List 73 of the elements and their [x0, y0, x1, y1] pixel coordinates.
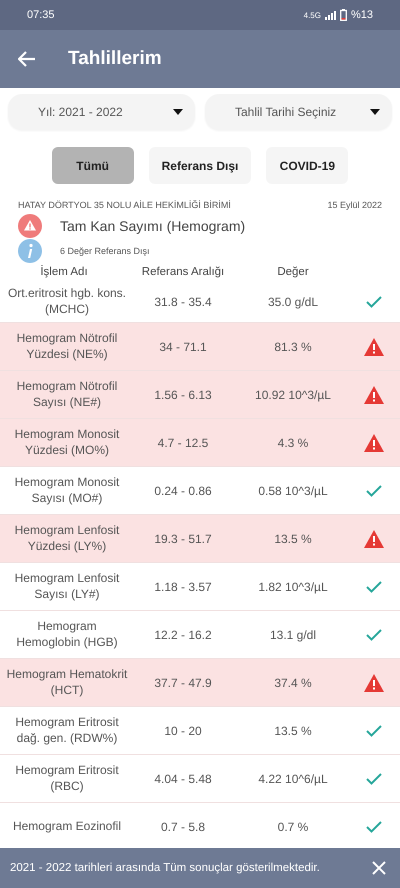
dropdown-field[interactable]: Tahlil Tarihi Seçiniz: [205, 94, 392, 130]
test-label: Hemogram Hemoglobin (HGB): [15, 618, 119, 650]
battery-percent: %13: [350, 9, 373, 21]
check-icon: [366, 296, 382, 308]
result-value: 13.1 g/dl: [268, 628, 318, 642]
reference-range: 0.7 - 5.8: [160, 820, 206, 834]
result-value: 1.82 10^3/µL: [257, 580, 329, 594]
test-label: Hemogram Hematokrit (HCT): [6, 666, 128, 698]
reference-range: 31.8 - 35.4: [153, 294, 213, 308]
reference-range: 12.2 - 16.2: [153, 628, 213, 642]
reference-range: 1.18 - 3.57: [153, 580, 213, 594]
result-value: 37.4 %: [273, 676, 313, 690]
result-value: 4.3 %: [276, 436, 310, 450]
warning-icon: [364, 338, 384, 356]
institution-name: HATAY DÖRTYOL 35 NOLU AİLE HEKİMLİĞİ BİRİMİ: [18, 200, 231, 210]
dropdown-field[interactable]: Yıl: 2021 - 2022: [8, 94, 195, 130]
filter-button[interactable]: Tümü: [52, 147, 134, 184]
result-value: 4.22 10^6/µL: [257, 772, 329, 786]
test-label: Hemogram Monosit Sayısı (MO#): [14, 474, 120, 506]
reference-range: 4.7 - 12.5: [156, 436, 210, 450]
column-header: Referans Aralığı: [140, 266, 226, 278]
result-value: 0.58 10^3/µL: [257, 484, 329, 498]
info-icon: [18, 239, 42, 263]
check-icon: [366, 580, 382, 592]
reference-range: 0.24 - 0.86: [153, 484, 213, 498]
test-label: Hemogram Monosit Yüzdesi (MO%): [14, 426, 120, 458]
result-value: 81.3 %: [273, 340, 313, 354]
filter-button[interactable]: COVID-19: [266, 147, 348, 184]
result-value: 0.7 %: [276, 820, 310, 834]
reference-range: 19.3 - 51.7: [153, 532, 213, 546]
test-label: Hemogram Eritrosit (RBC): [14, 762, 120, 794]
reference-range: 1.56 - 6.13: [153, 388, 213, 402]
check-icon: [366, 628, 382, 640]
dropdown-caret-icon: [173, 109, 183, 115]
battery-icon: [340, 9, 347, 21]
reference-range: 4.04 - 5.48: [153, 772, 213, 786]
network-label: 4.5G: [304, 10, 321, 20]
snackbar-message: 2021 - 2022 tarihleri arasında Tüm sonuçlar gösterilmektedir.: [10, 862, 320, 874]
warning-icon: [18, 214, 42, 238]
warning-icon: [364, 386, 384, 404]
signal-icon: [324, 10, 336, 20]
dropdown-caret-icon: [370, 109, 380, 115]
result-value: 13.5 %: [273, 532, 313, 546]
test-name: Tam Kan Sayımı (Hemogram): [60, 218, 246, 234]
test-label: Hemogram Nötrofil Yüzdesi (NE%): [16, 330, 118, 362]
warning-icon: [364, 530, 384, 548]
test-label: Ort.eritrosit hgb. kons.(MCHC): [6, 286, 128, 318]
check-icon: [366, 772, 382, 784]
reference-range: 34 - 71.1: [158, 340, 208, 354]
report-date: 15 Eylül 2022: [327, 200, 382, 210]
test-label: Hemogram Lenfosit Yüzdesi (LY%): [14, 522, 120, 554]
filter-button[interactable]: Referans Dışı: [148, 147, 252, 184]
result-value: 10.92 10^3/µL: [254, 388, 332, 402]
check-icon: [366, 484, 382, 496]
warning-icon: [364, 674, 384, 692]
status-time: 07:35: [27, 9, 55, 21]
check-icon: [366, 820, 382, 832]
close-icon[interactable]: [372, 861, 386, 875]
test-label: Hemogram Lenfosit Sayısı (LY#): [14, 570, 120, 602]
back-arrow-icon[interactable]: [18, 51, 36, 67]
check-icon: [366, 724, 382, 736]
result-value: 13.5 %: [273, 724, 313, 738]
test-label: Hemogram Nötrofil Sayısı (NE#): [16, 378, 118, 410]
out-of-range-note: 6 Değer Referans Dışı: [60, 246, 150, 256]
test-label: Hemogram Eozinofil: [12, 818, 122, 834]
test-label: Hemogram Eritrosit dağ. gen. (RDW%): [14, 714, 120, 746]
warning-icon: [364, 434, 384, 452]
screen-title: Tahlillerim: [68, 48, 162, 70]
result-value: 35.0 g/dL: [266, 294, 320, 308]
reference-range: 37.7 - 47.9: [153, 676, 213, 690]
column-header: İşlem Adı: [39, 266, 89, 278]
reference-range: 10 - 20: [163, 724, 203, 738]
column-header: Değer: [276, 266, 310, 278]
